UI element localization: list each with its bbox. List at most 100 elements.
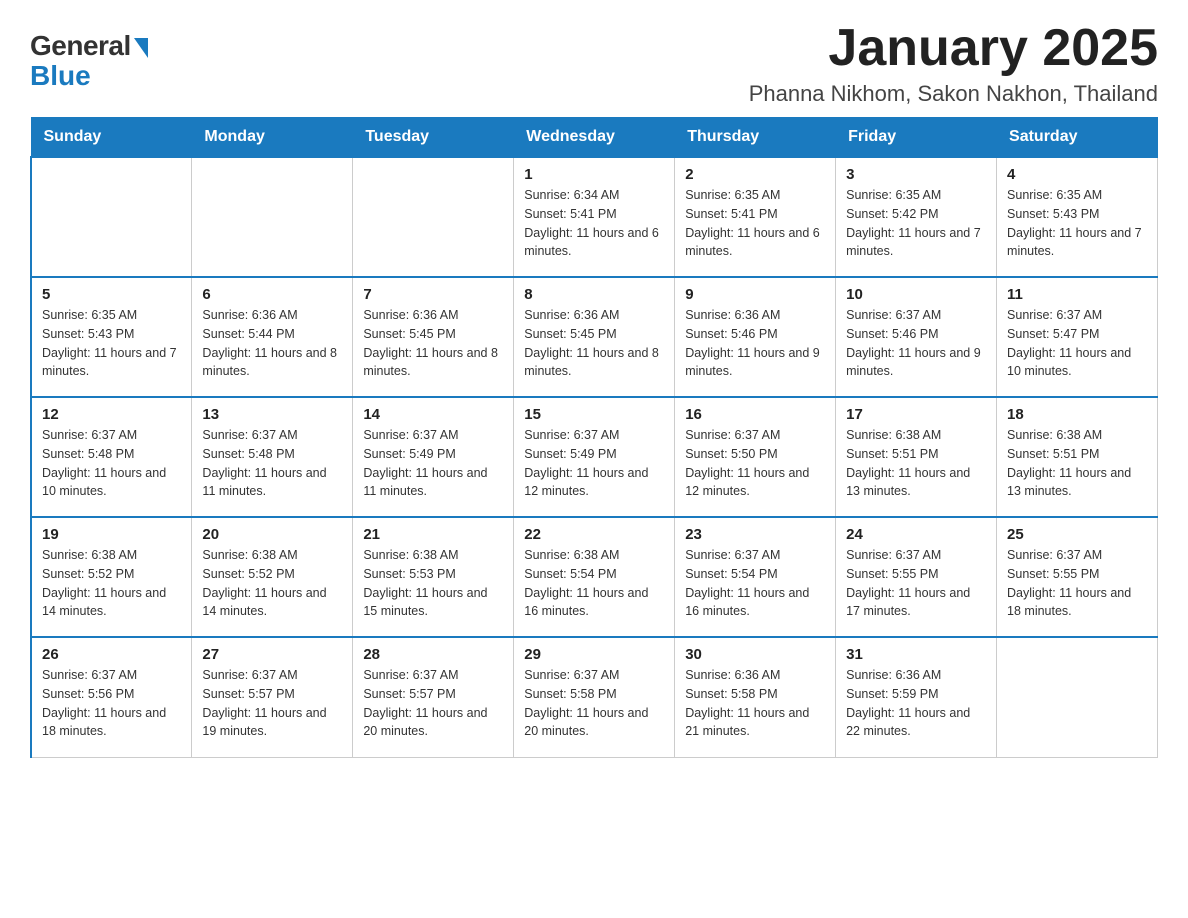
day-number: 9 (685, 286, 825, 303)
day-info: Sunrise: 6:36 AMSunset: 5:58 PMDaylight:… (685, 666, 825, 741)
day-info: Sunrise: 6:36 AMSunset: 5:46 PMDaylight:… (685, 306, 825, 381)
day-number: 5 (42, 286, 181, 303)
calendar-cell: 8 Sunrise: 6:36 AMSunset: 5:45 PMDaylight… (514, 277, 675, 397)
day-number: 10 (846, 286, 986, 303)
day-number: 25 (1007, 526, 1147, 543)
day-info: Sunrise: 6:37 AMSunset: 5:55 PMDaylight:… (1007, 546, 1147, 621)
day-number: 23 (685, 526, 825, 543)
day-number: 24 (846, 526, 986, 543)
calendar-cell: 3Sunrise: 6:35 AMSunset: 5:42 PMDaylight… (836, 157, 997, 277)
calendar-header-row: SundayMondayTuesdayWednesdayThursdayFrid… (31, 118, 1158, 158)
day-number: 3 (846, 166, 986, 183)
day-number: 27 (202, 646, 342, 663)
day-info: Sunrise: 6:38 AMSunset: 5:54 PMDaylight:… (524, 546, 664, 621)
calendar-cell: 11 Sunrise: 6:37 AMSunset: 5:47 PMDayligh… (997, 277, 1158, 397)
calendar-cell (31, 157, 192, 277)
day-number: 4 (1007, 166, 1147, 183)
calendar-cell: 9 Sunrise: 6:36 AMSunset: 5:46 PMDaylight… (675, 277, 836, 397)
day-number: 7 (363, 286, 503, 303)
calendar-week-row: 1 Sunrise: 6:34 AMSunset: 5:41 PMDaylight… (31, 157, 1158, 277)
calendar-header-wednesday: Wednesday (514, 118, 675, 158)
day-info: Sunrise: 6:36 AMSunset: 5:45 PMDaylight:… (524, 306, 664, 381)
day-number: 15 (524, 406, 664, 423)
calendar-cell: 17Sunrise: 6:38 AMSunset: 5:51 PMDayligh… (836, 397, 997, 517)
day-number: 26 (42, 646, 181, 663)
calendar-cell: 22 Sunrise: 6:38 AMSunset: 5:54 PMDayligh… (514, 517, 675, 637)
calendar-cell: 15 Sunrise: 6:37 AMSunset: 5:49 PMDayligh… (514, 397, 675, 517)
day-info: Sunrise: 6:37 AMSunset: 5:57 PMDaylight:… (202, 666, 342, 741)
calendar-cell: 7Sunrise: 6:36 AMSunset: 5:45 PMDaylight… (353, 277, 514, 397)
day-number: 18 (1007, 406, 1147, 423)
calendar-cell: 31Sunrise: 6:36 AMSunset: 5:59 PMDayligh… (836, 637, 997, 757)
calendar-cell: 27 Sunrise: 6:37 AMSunset: 5:57 PMDayligh… (192, 637, 353, 757)
calendar-header-saturday: Saturday (997, 118, 1158, 158)
day-info: Sunrise: 6:34 AMSunset: 5:41 PMDaylight:… (524, 186, 664, 261)
calendar-header-friday: Friday (836, 118, 997, 158)
calendar-cell: 28 Sunrise: 6:37 AMSunset: 5:57 PMDayligh… (353, 637, 514, 757)
calendar-cell: 1 Sunrise: 6:34 AMSunset: 5:41 PMDaylight… (514, 157, 675, 277)
day-number: 13 (202, 406, 342, 423)
day-number: 22 (524, 526, 664, 543)
calendar-table: SundayMondayTuesdayWednesdayThursdayFrid… (30, 117, 1158, 758)
calendar-cell: 29 Sunrise: 6:37 AMSunset: 5:58 PMDayligh… (514, 637, 675, 757)
calendar-cell: 14Sunrise: 6:37 AMSunset: 5:49 PMDayligh… (353, 397, 514, 517)
day-info: Sunrise: 6:35 AMSunset: 5:43 PMDaylight:… (1007, 186, 1147, 261)
calendar-cell: 30 Sunrise: 6:36 AMSunset: 5:58 PMDayligh… (675, 637, 836, 757)
calendar-cell: 23 Sunrise: 6:37 AMSunset: 5:54 PMDayligh… (675, 517, 836, 637)
day-info: Sunrise: 6:37 AMSunset: 5:57 PMDaylight:… (363, 666, 503, 741)
day-number: 19 (42, 526, 181, 543)
calendar-week-row: 12 Sunrise: 6:37 AMSunset: 5:48 PMDayligh… (31, 397, 1158, 517)
day-info: Sunrise: 6:37 AMSunset: 5:54 PMDaylight:… (685, 546, 825, 621)
day-info: Sunrise: 6:37 AMSunset: 5:50 PMDaylight:… (685, 426, 825, 501)
day-info: Sunrise: 6:37 AMSunset: 5:46 PMDaylight:… (846, 306, 986, 381)
day-number: 17 (846, 406, 986, 423)
day-number: 12 (42, 406, 181, 423)
calendar-cell: 13Sunrise: 6:37 AMSunset: 5:48 PMDayligh… (192, 397, 353, 517)
day-info: Sunrise: 6:38 AMSunset: 5:52 PMDaylight:… (42, 546, 181, 621)
day-number: 6 (202, 286, 342, 303)
calendar-week-row: 26 Sunrise: 6:37 AMSunset: 5:56 PMDayligh… (31, 637, 1158, 757)
calendar-cell: 25 Sunrise: 6:37 AMSunset: 5:55 PMDayligh… (997, 517, 1158, 637)
calendar-subtitle: Phanna Nikhom, Sakon Nakhon, Thailand (749, 81, 1158, 107)
day-info: Sunrise: 6:38 AMSunset: 5:52 PMDaylight:… (202, 546, 342, 621)
calendar-header-tuesday: Tuesday (353, 118, 514, 158)
logo-general-text: General (30, 30, 131, 62)
calendar-cell: 2 Sunrise: 6:35 AMSunset: 5:41 PMDaylight… (675, 157, 836, 277)
day-info: Sunrise: 6:36 AMSunset: 5:44 PMDaylight:… (202, 306, 342, 381)
calendar-week-row: 5 Sunrise: 6:35 AMSunset: 5:43 PMDaylight… (31, 277, 1158, 397)
calendar-cell: 5 Sunrise: 6:35 AMSunset: 5:43 PMDaylight… (31, 277, 192, 397)
logo-triangle-icon (134, 38, 148, 58)
day-number: 1 (524, 166, 664, 183)
calendar-cell: 19 Sunrise: 6:38 AMSunset: 5:52 PMDayligh… (31, 517, 192, 637)
day-info: Sunrise: 6:35 AMSunset: 5:43 PMDaylight:… (42, 306, 181, 381)
calendar-cell (353, 157, 514, 277)
day-number: 30 (685, 646, 825, 663)
day-info: Sunrise: 6:38 AMSunset: 5:51 PMDaylight:… (1007, 426, 1147, 501)
day-number: 2 (685, 166, 825, 183)
calendar-cell: 4 Sunrise: 6:35 AMSunset: 5:43 PMDaylight… (997, 157, 1158, 277)
day-info: Sunrise: 6:37 AMSunset: 5:55 PMDaylight:… (846, 546, 986, 621)
logo-blue-text: Blue (30, 60, 91, 92)
logo: General Blue (30, 20, 148, 92)
day-number: 29 (524, 646, 664, 663)
calendar-title: January 2025 (749, 20, 1158, 77)
day-number: 11 (1007, 286, 1147, 303)
calendar-cell: 21Sunrise: 6:38 AMSunset: 5:53 PMDayligh… (353, 517, 514, 637)
day-number: 8 (524, 286, 664, 303)
day-info: Sunrise: 6:35 AMSunset: 5:41 PMDaylight:… (685, 186, 825, 261)
day-number: 21 (363, 526, 503, 543)
day-info: Sunrise: 6:37 AMSunset: 5:48 PMDaylight:… (42, 426, 181, 501)
day-info: Sunrise: 6:37 AMSunset: 5:58 PMDaylight:… (524, 666, 664, 741)
calendar-cell: 12 Sunrise: 6:37 AMSunset: 5:48 PMDayligh… (31, 397, 192, 517)
header: General Blue January 2025 Phanna Nikhom,… (30, 20, 1158, 107)
day-number: 14 (363, 406, 503, 423)
day-info: Sunrise: 6:37 AMSunset: 5:56 PMDaylight:… (42, 666, 181, 741)
day-info: Sunrise: 6:37 AMSunset: 5:49 PMDaylight:… (524, 426, 664, 501)
calendar-cell: 26 Sunrise: 6:37 AMSunset: 5:56 PMDayligh… (31, 637, 192, 757)
calendar-cell (192, 157, 353, 277)
day-number: 20 (202, 526, 342, 543)
day-info: Sunrise: 6:37 AMSunset: 5:47 PMDaylight:… (1007, 306, 1147, 381)
day-number: 28 (363, 646, 503, 663)
calendar-cell (997, 637, 1158, 757)
calendar-cell: 20 Sunrise: 6:38 AMSunset: 5:52 PMDayligh… (192, 517, 353, 637)
